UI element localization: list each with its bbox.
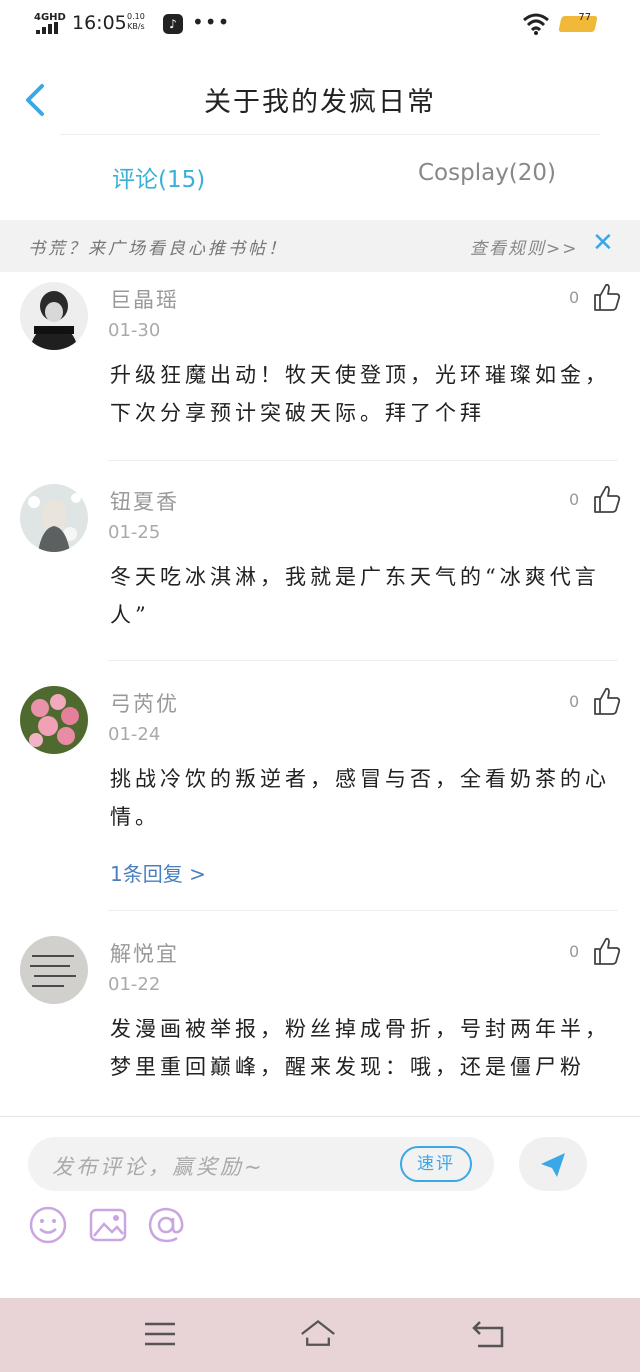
page-title: 关于我的发疯日常 [204,87,436,118]
divider [108,460,618,461]
avatar[interactable] [20,686,88,754]
battery-icon: 77 [558,12,600,32]
tiktok-icon: ♪ [163,14,183,34]
quick-comment-button[interactable]: 速评 [400,1146,472,1182]
tab-cosplay[interactable]: Cosplay(20) [418,160,556,186]
divider [108,660,618,661]
more-notifications: ••• [192,10,231,34]
comment-author[interactable]: 弓芮优 [110,688,179,718]
comment-date: 01-30 [108,320,161,341]
avatar[interactable] [20,936,88,1004]
comment-input[interactable]: 发布评论，赢奖励~ 速评 [28,1137,494,1191]
back-nav-icon[interactable] [470,1316,506,1352]
home-icon[interactable] [300,1316,336,1352]
close-icon[interactable]: ✕ [592,228,614,258]
thumb-up-icon[interactable] [592,686,622,716]
comment-text: 冬天吃冰淇淋，我就是广东天气的“冰爽代言人” [110,565,600,627]
view-replies-link[interactable]: 1条回复 > [110,858,206,887]
emoji-icon[interactable] [28,1205,68,1245]
like-count: 0 [569,692,580,711]
comment-text: 挑战冷饮的叛逆者，感冒与否，全看奶茶的心情。 [110,767,610,829]
comment-input-bar: 发布评论，赢奖励~ 速评 [0,1116,640,1298]
status-bar: 4GHD 16:05 0.10 KB/s ♪ ••• 77 [0,0,640,50]
network-speed: 0.10 KB/s [127,12,145,32]
battery-level: 77 [578,12,592,23]
send-button[interactable] [519,1137,587,1191]
like-count: 0 [569,288,580,307]
input-placeholder: 发布评论，赢奖励~ [52,1155,265,1179]
mention-icon[interactable] [146,1205,186,1245]
title-divider [60,134,600,135]
comment-date: 01-22 [108,974,161,995]
comment-author[interactable]: 巨晶瑶 [110,284,179,314]
image-icon[interactable] [88,1205,128,1245]
send-icon [541,1153,565,1177]
speed-value: 0.10 [127,12,145,21]
thumb-up-icon[interactable] [592,484,622,514]
view-rules-link[interactable]: 查看规则>> [470,234,579,259]
divider [108,910,618,911]
notice-text[interactable]: 书荒？来广场看良心推书帖！ [28,234,288,259]
clock: 16:05 [72,12,127,34]
system-nav-bar [0,1298,640,1372]
speed-unit: KB/s [127,22,145,31]
thumb-up-icon[interactable] [592,282,622,312]
notice-banner: 书荒？来广场看良心推书帖！ 查看规则>> ✕ [0,220,640,272]
avatar[interactable] [20,484,88,552]
menu-icon[interactable] [142,1316,178,1352]
title-bar: 关于我的发疯日常 [0,60,640,136]
like-count: 0 [569,490,580,509]
thumb-up-icon[interactable] [592,936,622,966]
wifi-icon [523,13,549,35]
comment-author[interactable]: 解悦宜 [110,938,179,968]
comment-date: 01-24 [108,724,161,745]
signal-icon [36,22,62,34]
like-count: 0 [569,942,580,961]
comment-text: 发漫画被举报，粉丝掉成骨折，号封两年半，梦里重回巅峰，醒来发现：哦，还是僵尸粉 [110,1017,610,1079]
avatar[interactable] [20,282,88,350]
comment-author[interactable]: 钮夏香 [110,486,179,516]
comment-date: 01-25 [108,522,161,543]
tab-comments[interactable]: 评论(15) [112,160,205,194]
comment-text: 升级狂魔出动！牧天使登顶，光环璀璨如金，下次分享预计突破天际。拜了个拜 [110,363,610,425]
